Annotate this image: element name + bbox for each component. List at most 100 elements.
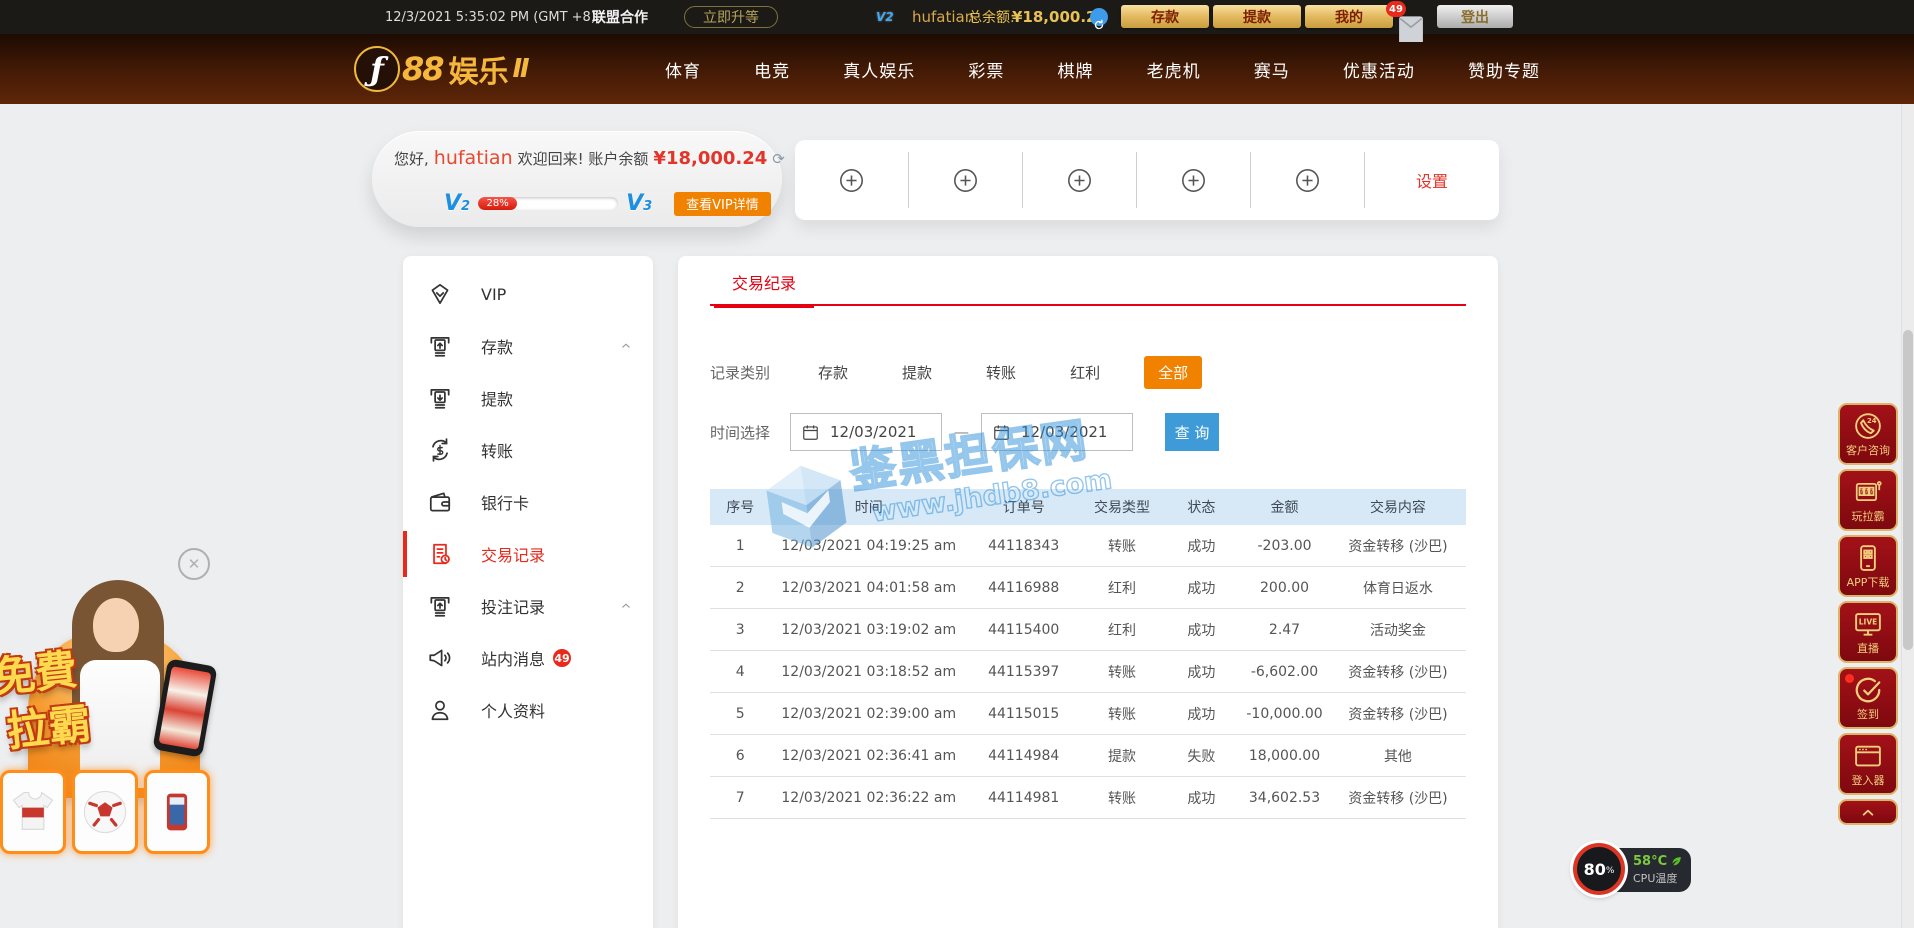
nav-item-horse-racing[interactable]: 赛马: [1254, 57, 1290, 82]
deposit-button[interactable]: 存款: [1121, 5, 1209, 28]
datetime-text: 12/3/2021 5:35:02 PM (GMT +8): [385, 0, 596, 34]
logout-button[interactable]: 登出: [1437, 5, 1513, 28]
vip-progress-track: 28%: [478, 197, 618, 210]
filter-bonus[interactable]: 红利: [1060, 356, 1110, 389]
vip-detail-button[interactable]: 查看VIP详情: [674, 192, 771, 216]
sidebar-item-withdraw[interactable]: 提款: [403, 372, 653, 424]
filter-all[interactable]: 全部: [1144, 356, 1202, 389]
slot-machine-icon: 777: [1853, 477, 1883, 507]
sidebar-item-transfer[interactable]: 转账: [403, 424, 653, 476]
nav-item-promotions[interactable]: 优惠活动: [1343, 57, 1415, 82]
nav-item-sports[interactable]: 体育: [665, 57, 701, 82]
float-button-live[interactable]: LIVE直播: [1838, 601, 1898, 663]
table-header-row: 序号时间订单号交易类型状态金额交易内容: [710, 489, 1466, 525]
nav-item-esports[interactable]: 电竞: [754, 57, 790, 82]
date-from-input[interactable]: 12/03/2021: [790, 413, 942, 451]
site-logo[interactable]: ƒ 88 娱乐 Ⅱ: [354, 46, 530, 92]
sidebar-item-bank-card[interactable]: 银行卡: [403, 476, 653, 528]
float-button-customer-service[interactable]: 24客户咨询: [1838, 403, 1898, 465]
date-to-input[interactable]: 12/03/2021: [981, 413, 1133, 451]
sidebar-item-transaction-record[interactable]: 交易记录: [403, 528, 653, 580]
total-balance-label: 总余额:: [968, 0, 1015, 34]
date-filter-row: 时间选择 12/03/2021 — 12/03/2021 查 询: [710, 413, 1466, 451]
float-button-check-in[interactable]: 签到: [1838, 667, 1898, 729]
cell-order: 44115400: [967, 609, 1080, 651]
cell-desc: 资金转移 (沙巴): [1330, 777, 1466, 819]
nav-item-slots[interactable]: 老虎机: [1147, 57, 1201, 82]
quick-add-slot-5[interactable]: [1251, 152, 1365, 208]
chevron-up-icon: [619, 599, 633, 613]
cell-desc: 活动奖金: [1330, 609, 1466, 651]
sidebar-item-label: 提款: [481, 386, 513, 410]
float-button-app-download[interactable]: APP下载: [1838, 535, 1898, 597]
prize-jersey[interactable]: [0, 770, 66, 854]
service-24-icon: 24: [1853, 411, 1883, 441]
nav-item-live-casino[interactable]: 真人娱乐: [843, 57, 915, 82]
calendar-icon: [992, 423, 1011, 442]
filter-transfer[interactable]: 转账: [976, 356, 1026, 389]
filter-withdraw[interactable]: 提款: [892, 356, 942, 389]
float-button-launcher[interactable]: 登入器: [1838, 733, 1898, 795]
logo-number: 88: [402, 50, 443, 88]
date-from-value: 12/03/2021: [830, 423, 916, 441]
prize-row: [0, 770, 210, 854]
quick-add-slot-1[interactable]: [795, 152, 909, 208]
scrollbar-thumb[interactable]: [1903, 330, 1913, 650]
plus-circle-icon: [1180, 167, 1207, 194]
promo-close-icon[interactable]: ✕: [178, 548, 210, 580]
withdraw-button[interactable]: 提款: [1213, 5, 1301, 28]
settings-button[interactable]: 设置: [1365, 168, 1499, 192]
float-button-label: 直播: [1857, 640, 1879, 656]
cell-status: 成功: [1164, 609, 1240, 651]
nav-item-board-games[interactable]: 棋牌: [1058, 57, 1094, 82]
column-header: 订单号: [967, 489, 1080, 525]
mine-button[interactable]: 我的: [1305, 5, 1393, 28]
quick-add-slot-4[interactable]: [1137, 152, 1251, 208]
float-button-slot-play[interactable]: 777玩拉霸: [1838, 469, 1898, 531]
balance-refresh-icon[interactable]: ⟳: [772, 150, 785, 168]
search-button[interactable]: 查 询: [1165, 413, 1219, 451]
prize-phone[interactable]: [144, 770, 210, 854]
sidebar-item-site-message[interactable]: 站内消息49: [403, 632, 653, 684]
greeting-username: hufatian: [434, 147, 513, 169]
promo-girl-image: [93, 598, 139, 652]
prize-soccer-ball[interactable]: [72, 770, 138, 854]
column-header: 序号: [710, 489, 770, 525]
sidebar-item-vip[interactable]: VIP: [403, 268, 653, 320]
filter-deposit[interactable]: 存款: [808, 356, 858, 389]
plus-circle-icon: [1294, 167, 1321, 194]
profile-icon: [427, 697, 453, 723]
time-select-label: 时间选择: [710, 422, 770, 443]
refresh-icon[interactable]: [1090, 8, 1108, 26]
sidebar-item-label: 银行卡: [481, 490, 529, 514]
quick-add-slot-3[interactable]: [1023, 152, 1137, 208]
cell-order: 44114981: [967, 777, 1080, 819]
sidebar-item-deposit[interactable]: 存款: [403, 320, 653, 372]
transaction-table: 序号时间订单号交易类型状态金额交易内容 112/03/2021 04:19:25…: [710, 489, 1466, 819]
cell-order: 44116988: [967, 567, 1080, 609]
sidebar-item-label: 个人资料: [481, 698, 545, 722]
cell-amount: -6,602.00: [1239, 651, 1330, 693]
float-button-label: 登入器: [1852, 772, 1885, 788]
tab-bar: 交易纪录: [710, 270, 1466, 306]
alliance-link[interactable]: 联盟合作: [592, 0, 648, 34]
column-header: 状态: [1164, 489, 1240, 525]
nav-item-sponsorship[interactable]: 赞助专题: [1468, 57, 1540, 82]
cpu-temperature: 58°C: [1633, 854, 1667, 869]
promo-banner[interactable]: 免費 拉霸: [0, 580, 240, 880]
cell-amount: 200.00: [1239, 567, 1330, 609]
nav-item-lottery[interactable]: 彩票: [968, 57, 1004, 82]
tab-transaction-records[interactable]: 交易纪录: [714, 270, 814, 308]
column-header: 交易类型: [1080, 489, 1163, 525]
upgrade-button[interactable]: 立即升等: [684, 6, 778, 28]
collapse-button[interactable]: [1838, 799, 1898, 825]
sidebar-item-bet-record[interactable]: 投注记录: [403, 580, 653, 632]
withdraw-icon: [427, 385, 453, 411]
sidebar-item-profile[interactable]: 个人资料: [403, 684, 653, 736]
quick-add-slot-2[interactable]: [909, 152, 1023, 208]
table-row: 112/03/2021 04:19:25 am44118343转账成功-203.…: [710, 525, 1466, 567]
scrollbar-track[interactable]: [1901, 104, 1914, 928]
transaction-icon: [427, 541, 453, 567]
column-header: 交易内容: [1330, 489, 1466, 525]
greeting-line: 您好, hufatian 欢迎回来! 账户余额 ¥18,000.24 ⟳: [394, 147, 785, 169]
